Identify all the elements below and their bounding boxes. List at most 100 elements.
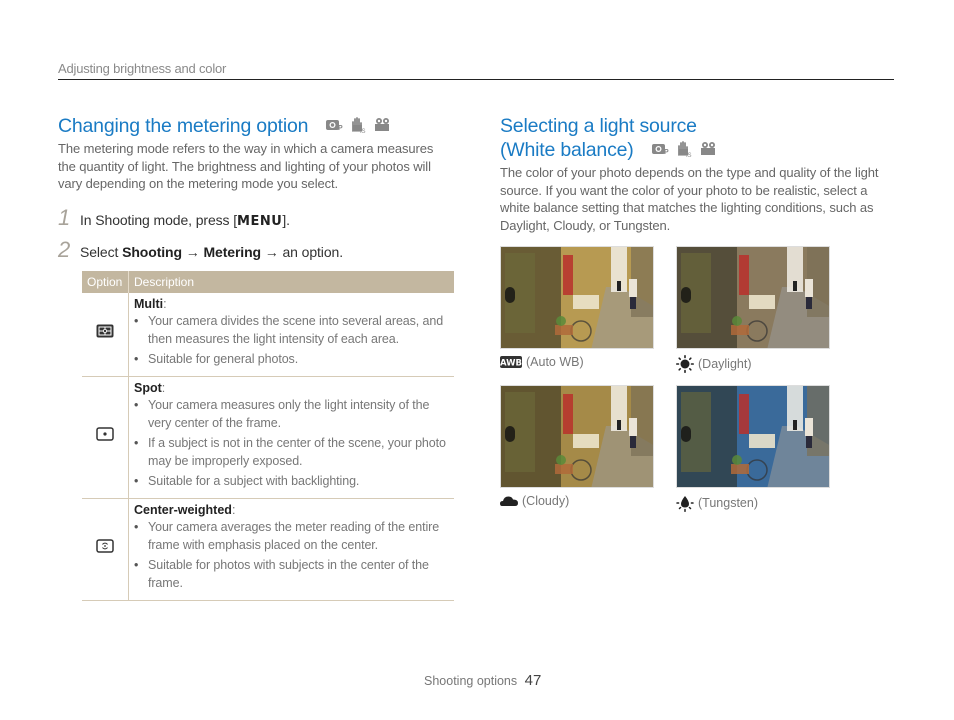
svg-text:AWB: AWB — [500, 359, 522, 369]
mode-icons: P IS — [325, 116, 391, 133]
wb-sample-cloudy: (Cloudy) — [500, 385, 654, 512]
bullet-item: Suitable for general photos. — [134, 350, 449, 368]
header-option: Option — [82, 270, 129, 293]
metering-options-table: Option Description Multi: Your camera di… — [82, 270, 454, 601]
bullet-item: If a subject is not in the center of the… — [134, 434, 449, 470]
header-description: Description — [128, 270, 454, 293]
program-mode-icon: P — [326, 119, 344, 131]
movie-mode-icon — [375, 117, 390, 131]
program-mode-icon: P — [651, 143, 669, 155]
table-row: Multi: Your camera divides the scene int… — [82, 292, 454, 377]
page-number: 47 — [524, 672, 542, 689]
center-weighted-metering-icon — [96, 538, 114, 553]
metering-title: Changing the metering option P IS — [58, 114, 454, 138]
bullet-item: Your camera measures only the light inte… — [134, 396, 449, 432]
step-number: 1 — [58, 204, 71, 230]
arrow: → — [181, 243, 204, 260]
step-number: 2 — [58, 236, 71, 262]
sample-caption: AWB (Auto WB) — [500, 355, 654, 369]
sample-label: (Tungsten) — [698, 496, 758, 510]
white-balance-section: Selecting a light source (White balance)… — [500, 114, 890, 512]
white-balance-title-line1: Selecting a light source — [500, 115, 697, 137]
bullet-item: Your camera averages the meter reading o… — [134, 518, 449, 554]
option-name: Multi: — [134, 296, 167, 311]
svg-text:IS: IS — [686, 153, 691, 157]
step-text: Select Shooting → Metering → an option. — [80, 244, 343, 260]
sample-caption: (Cloudy) — [500, 494, 654, 508]
bullet-item: Your camera divides the scene into sever… — [134, 312, 449, 348]
step-2: 2 Select Shooting → Metering → an option… — [58, 236, 454, 262]
sample-label: (Cloudy) — [522, 494, 570, 508]
street-scene-image — [501, 247, 653, 348]
dual-is-mode-icon: IS — [352, 116, 366, 133]
metering-intro: The metering mode refers to the way in w… — [58, 141, 434, 191]
sample-photo — [500, 246, 654, 349]
street-scene-image — [677, 247, 829, 348]
sample-photo — [500, 385, 654, 488]
option-icon-cell — [82, 498, 129, 601]
option-description: Multi: Your camera divides the scene int… — [128, 292, 454, 377]
svg-text:P: P — [664, 149, 669, 155]
footer-section: Shooting options — [424, 674, 518, 688]
wb-sample-tungsten: (Tungsten) — [676, 385, 830, 512]
bullet-list: Your camera divides the scene into sever… — [134, 312, 449, 368]
steps: 1 In Shooting mode, press [MENU]. 2 Sele… — [58, 204, 454, 262]
mode-icons: P IS — [651, 140, 717, 157]
menu-path-metering: Metering — [203, 243, 261, 260]
white-balance-intro: The color of your photo depends on the t… — [500, 165, 879, 233]
sample-label: (Daylight) — [698, 357, 752, 371]
metering-section: Changing the metering option P IS The me… — [58, 114, 454, 601]
daylight-icon — [676, 355, 694, 373]
option-name-text: Spot — [134, 380, 162, 395]
sample-photo — [676, 385, 830, 488]
arrow: → — [261, 243, 283, 260]
street-scene-image — [501, 386, 653, 487]
white-balance-title-line2: (White balance) — [500, 139, 634, 161]
step-text-prefix: Select — [80, 243, 123, 260]
bullet-list: Your camera averages the meter reading o… — [134, 518, 449, 592]
page-footer: Shooting options 47 — [424, 672, 541, 689]
step-text: In Shooting mode, press [MENU]. — [80, 212, 290, 229]
auto-wb-icon: AWB — [500, 356, 522, 368]
svg-text:IS: IS — [360, 129, 365, 133]
menu-path-shooting: Shooting — [122, 243, 182, 260]
street-scene-image — [677, 386, 829, 487]
tungsten-icon — [676, 494, 694, 512]
cloudy-icon — [500, 495, 518, 507]
multi-metering-icon — [96, 324, 114, 337]
spot-metering-icon — [96, 426, 114, 441]
breadcrumb: Adjusting brightness and color — [58, 61, 227, 76]
dual-is-mode-icon: IS — [677, 140, 691, 157]
option-description: Center-weighted: Your camera averages th… — [128, 498, 454, 601]
sample-caption: (Daylight) — [676, 355, 830, 373]
bullet-list: Your camera measures only the light inte… — [134, 396, 449, 490]
option-name-text: Center-weighted — [134, 502, 232, 517]
movie-mode-icon — [700, 141, 715, 155]
menu-key: MENU — [237, 213, 283, 229]
bullet-item: Suitable for a subject with backlighting… — [134, 472, 449, 490]
svg-text:P: P — [338, 125, 343, 131]
wb-sample-auto: AWB (Auto WB) — [500, 246, 654, 373]
option-name-text: Multi — [134, 296, 164, 311]
white-balance-samples: AWB (Auto WB) (Daylight) (Cloudy) (Tungs… — [500, 246, 890, 512]
option-name: Center-weighted: — [134, 502, 236, 517]
wb-sample-daylight: (Daylight) — [676, 246, 830, 373]
step-text-suffix: an option. — [282, 243, 343, 260]
sample-label: (Auto WB) — [526, 355, 584, 369]
sample-photo — [676, 246, 830, 349]
table-header-row: Option Description — [82, 270, 454, 293]
table-row: Spot: Your camera measures only the ligh… — [82, 376, 454, 499]
sample-caption: (Tungsten) — [676, 494, 830, 512]
table-row: Center-weighted: Your camera averages th… — [82, 498, 454, 601]
step-1: 1 In Shooting mode, press [MENU]. — [58, 204, 454, 230]
metering-title-text: Changing the metering option — [58, 115, 309, 137]
white-balance-title: Selecting a light source (White balance)… — [500, 114, 890, 162]
option-description: Spot: Your camera measures only the ligh… — [128, 376, 454, 499]
option-icon-cell — [82, 376, 129, 499]
option-icon-cell — [82, 292, 129, 377]
step-text-suffix: ]. — [282, 211, 290, 228]
header-divider — [58, 79, 894, 80]
bullet-item: Suitable for photos with subjects in the… — [134, 556, 449, 592]
option-name: Spot: — [134, 380, 166, 395]
step-text-prefix: In Shooting mode, press [ — [80, 211, 238, 228]
